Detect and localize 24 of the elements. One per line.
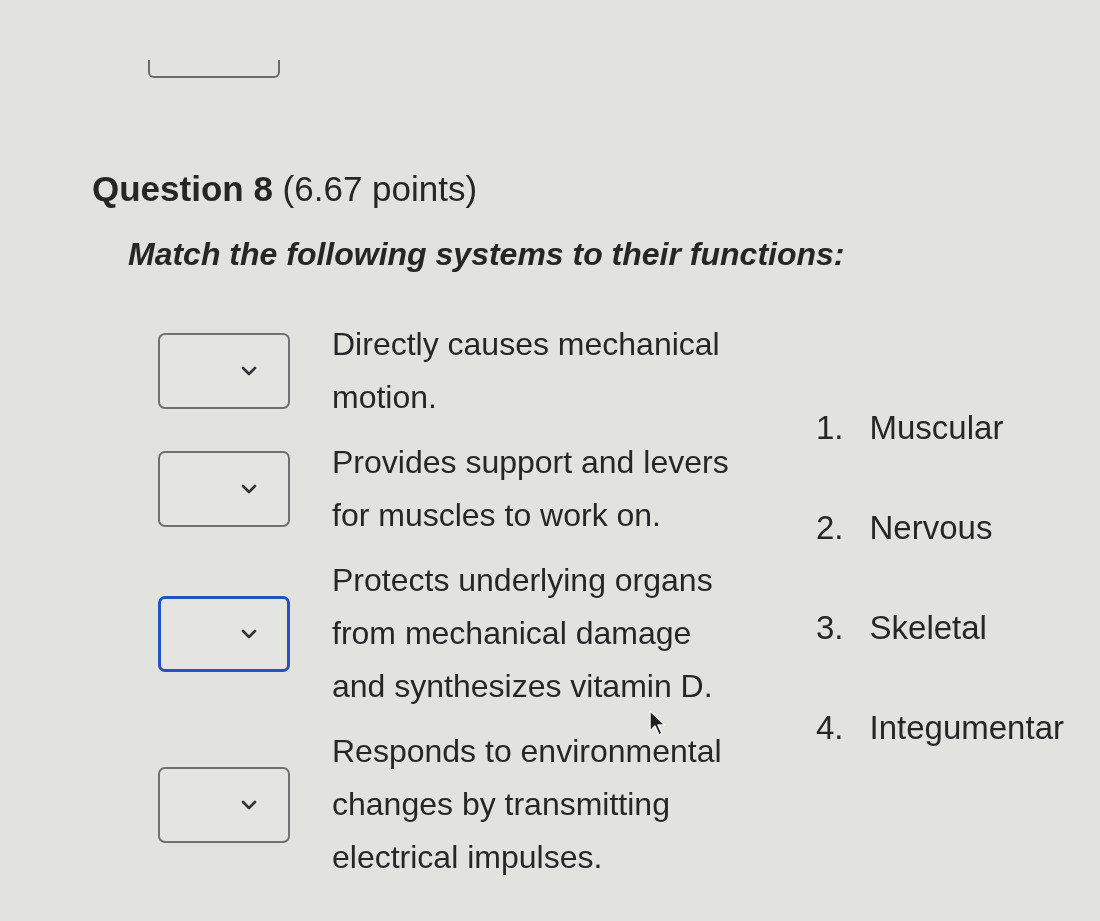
match-dropdown[interactable] <box>158 333 290 409</box>
match-dropdown[interactable] <box>158 595 290 672</box>
match-description: Directly causes mechanical motion. <box>332 325 721 417</box>
chevron-down-icon <box>241 799 257 810</box>
input-field[interactable] <box>148 60 280 78</box>
chevron-down-icon <box>241 484 257 494</box>
option-number: 4. <box>816 708 844 748</box>
question-prompt: Match the following systems to their functions: <box>128 235 845 274</box>
chevron-down-icon <box>241 628 257 639</box>
match-description: Provides support and levers for muscles to work on. <box>332 443 730 535</box>
match-dropdown[interactable] <box>158 451 290 527</box>
match-description: Protects underlying organs from mechanical damage and synthesizes vitamin D. <box>332 561 714 706</box>
match-dropdown[interactable] <box>158 766 290 843</box>
option-label: Integumentar <box>869 708 1064 748</box>
pointer-cursor-icon <box>648 709 668 737</box>
option-number: 1. <box>816 408 844 448</box>
chevron-down-icon <box>241 366 257 376</box>
option-label: Muscular <box>869 408 1004 448</box>
option-number: 3. <box>816 608 844 648</box>
option-label: Nervous <box>869 508 993 548</box>
option-number: 2. <box>816 508 844 548</box>
question-heading: Question 8 (6.67 points) <box>92 168 478 210</box>
option-label: Skeletal <box>869 608 987 648</box>
match-description: Responds to environmental changes by transmitting electrical impulses. <box>332 732 723 877</box>
